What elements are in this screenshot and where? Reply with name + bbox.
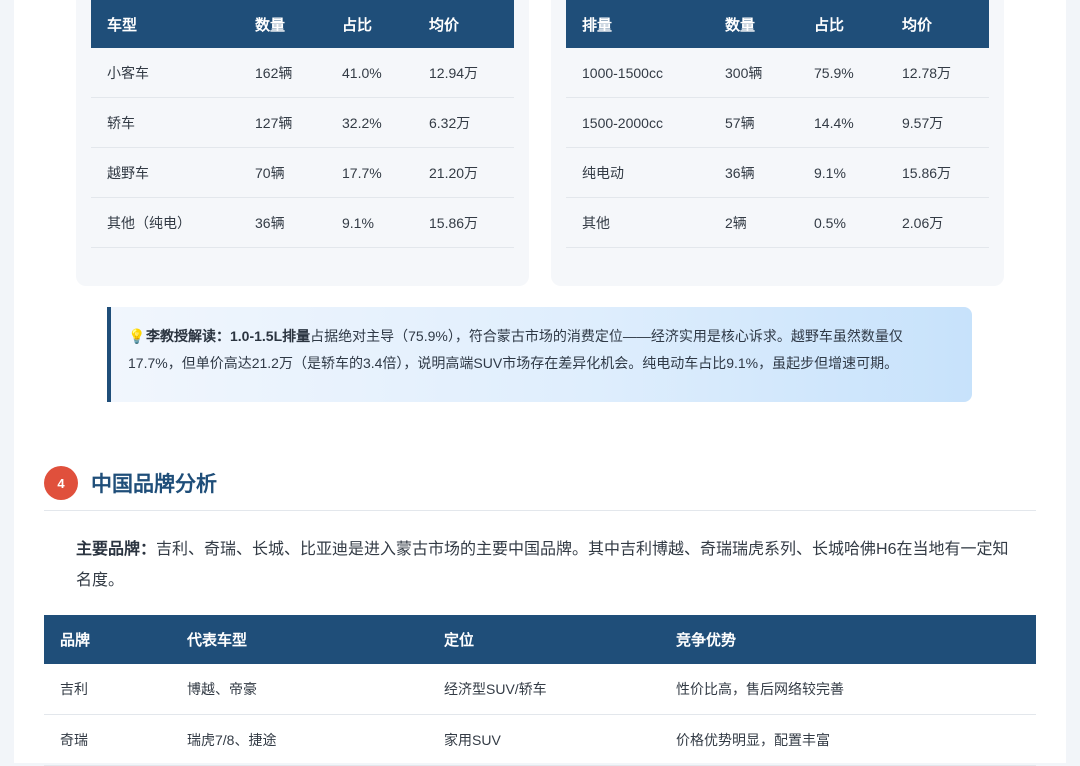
table-cell: 21.20万 — [413, 147, 514, 198]
table-row: 吉利 博越、帝豪 经济型SUV/轿车 性价比高，售后网络较完善 — [44, 664, 1036, 715]
table-cell: 41.0% — [326, 48, 413, 98]
section-heading: 4 中国品牌分析 — [44, 465, 217, 501]
table-cell: 2.06万 — [886, 197, 989, 248]
table-cell: 越野车 — [91, 147, 239, 198]
table-cell: 吉利 — [44, 664, 171, 715]
header-cell: 占比 — [798, 0, 886, 48]
table-cell: 70辆 — [239, 147, 326, 198]
table-row: 轿车 127辆 32.2% 6.32万 — [91, 97, 514, 148]
table-cell: 瑞虎7/8、捷途 — [171, 714, 428, 766]
table-row: 1500-2000cc 57辆 14.4% 9.57万 — [566, 97, 989, 148]
lightbulb-icon: 💡 — [128, 328, 146, 344]
header-cell: 代表车型 — [171, 615, 428, 664]
table-cell: 博越、帝豪 — [171, 664, 428, 715]
table-row: 奇瑞 瑞虎7/8、捷途 家用SUV 价格优势明显，配置丰富 — [44, 714, 1036, 766]
header-cell: 数量 — [239, 0, 326, 48]
callout-lead: 李教授解读：1.0-1.5L排量 — [146, 328, 311, 344]
table-cell: 1500-2000cc — [566, 97, 709, 148]
section-divider — [44, 510, 1036, 511]
displacement-card: 排量 数量 占比 均价 1000-1500cc 300辆 75.9% 12.78… — [551, 0, 1004, 286]
table-cell: 1000-1500cc — [566, 48, 709, 98]
header-cell: 均价 — [413, 0, 514, 48]
table-row: 纯电动 36辆 9.1% 15.86万 — [566, 147, 989, 198]
table-cell: 其他 — [566, 197, 709, 248]
table-header-row: 排量 数量 占比 均价 — [566, 0, 989, 48]
table-cell: 纯电动 — [566, 147, 709, 198]
section-title: 中国品牌分析 — [91, 473, 217, 496]
header-cell: 定位 — [428, 615, 660, 664]
table-cell: 36辆 — [709, 147, 798, 198]
table-row: 小客车 162辆 41.0% 12.94万 — [91, 48, 514, 98]
table-cell: 小客车 — [91, 48, 239, 98]
table-cell: 300辆 — [709, 48, 798, 98]
table-cell: 127辆 — [239, 97, 326, 148]
header-cell: 品牌 — [44, 615, 171, 664]
table-header-row: 车型 数量 占比 均价 — [91, 0, 514, 48]
table-cell: 17.7% — [326, 147, 413, 198]
table-cell: 162辆 — [239, 48, 326, 98]
brand-table: 品牌 代表车型 定位 竞争优势 吉利 博越、帝豪 经济型SUV/轿车 性价比高，… — [44, 615, 1036, 766]
expert-insight-callout: 💡李教授解读：1.0-1.5L排量占据绝对主导（75.9%），符合蒙古市场的消费… — [107, 307, 972, 402]
displacement-table: 排量 数量 占比 均价 1000-1500cc 300辆 75.9% 12.78… — [566, 0, 989, 248]
table-cell: 性价比高，售后网络较完善 — [660, 664, 1036, 715]
table-row: 其他 2辆 0.5% 2.06万 — [566, 197, 989, 248]
table-cell: 75.9% — [798, 48, 886, 98]
table-cell: 6.32万 — [413, 97, 514, 148]
table-cell: 15.86万 — [886, 147, 989, 198]
table-cell: 57辆 — [709, 97, 798, 148]
table-cell: 14.4% — [798, 97, 886, 148]
table-cell: 9.57万 — [886, 97, 989, 148]
header-cell: 均价 — [886, 0, 989, 48]
body-type-card: 车型 数量 占比 均价 小客车 162辆 41.0% 12.94万 轿车 127… — [76, 0, 529, 286]
table-cell: 9.1% — [798, 147, 886, 198]
table-cell: 12.78万 — [886, 48, 989, 98]
section-number-badge: 4 — [44, 466, 78, 500]
table-cell: 12.94万 — [413, 48, 514, 98]
header-cell: 排量 — [566, 0, 709, 48]
table-row: 1000-1500cc 300辆 75.9% 12.78万 — [566, 48, 989, 98]
table-cell: 32.2% — [326, 97, 413, 148]
table-cell: 家用SUV — [428, 714, 660, 766]
table-cell: 奇瑞 — [44, 714, 171, 766]
table-header-row: 品牌 代表车型 定位 竞争优势 — [44, 615, 1036, 664]
table-cell: 2辆 — [709, 197, 798, 248]
body-type-table: 车型 数量 占比 均价 小客车 162辆 41.0% 12.94万 轿车 127… — [91, 0, 514, 248]
table-cell: 轿车 — [91, 97, 239, 148]
table-row: 其他（纯电） 36辆 9.1% 15.86万 — [91, 197, 514, 248]
table-cell: 15.86万 — [413, 197, 514, 248]
header-cell: 数量 — [709, 0, 798, 48]
header-cell: 车型 — [91, 0, 239, 48]
table-cell: 价格优势明显，配置丰富 — [660, 714, 1036, 766]
table-cell: 36辆 — [239, 197, 326, 248]
intro-paragraph: 主要品牌：吉利、奇瑞、长城、比亚迪是进入蒙古市场的主要中国品牌。其中吉利博越、奇… — [76, 534, 1016, 596]
table-row: 越野车 70辆 17.7% 21.20万 — [91, 147, 514, 198]
header-cell: 占比 — [326, 0, 413, 48]
table-cell: 其他（纯电） — [91, 197, 239, 248]
intro-text: 吉利、奇瑞、长城、比亚迪是进入蒙古市场的主要中国品牌。其中吉利博越、奇瑞瑞虎系列… — [76, 541, 1009, 589]
table-cell: 0.5% — [798, 197, 886, 248]
report-page: 车型 数量 占比 均价 小客车 162辆 41.0% 12.94万 轿车 127… — [14, 0, 1066, 766]
header-cell: 竞争优势 — [660, 615, 1036, 664]
intro-lead: 主要品牌： — [76, 541, 157, 558]
table-cell: 经济型SUV/轿车 — [428, 664, 660, 715]
table-cell: 9.1% — [326, 197, 413, 248]
